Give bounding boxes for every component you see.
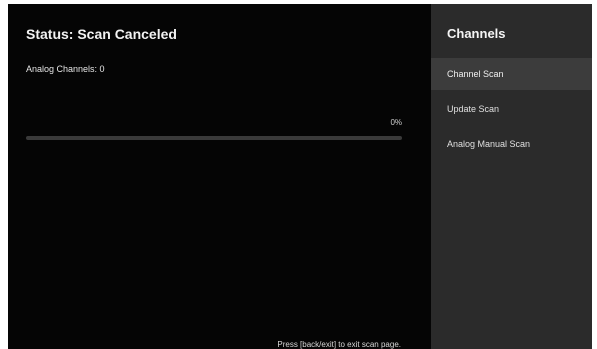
tv-screen: Status: Scan Canceled Analog Channels: 0… <box>8 4 592 349</box>
panel-title: Channels <box>447 26 506 41</box>
channels-menu-panel: Channels Channel Scan Update Scan Analog… <box>431 4 592 349</box>
menu-item-channel-scan[interactable]: Channel Scan <box>431 58 592 90</box>
scan-status-pane: Status: Scan Canceled Analog Channels: 0… <box>8 4 431 349</box>
analog-channels-count: Analog Channels: 0 <box>26 64 105 74</box>
menu-item-update-scan[interactable]: Update Scan <box>431 93 592 125</box>
status-title: Status: Scan Canceled <box>26 26 177 42</box>
menu-item-analog-manual-scan[interactable]: Analog Manual Scan <box>431 128 592 160</box>
progress-percent: 0% <box>390 118 402 127</box>
exit-hint: Press [back/exit] to exit scan page. <box>277 340 401 349</box>
scan-progress-bar <box>26 136 402 140</box>
